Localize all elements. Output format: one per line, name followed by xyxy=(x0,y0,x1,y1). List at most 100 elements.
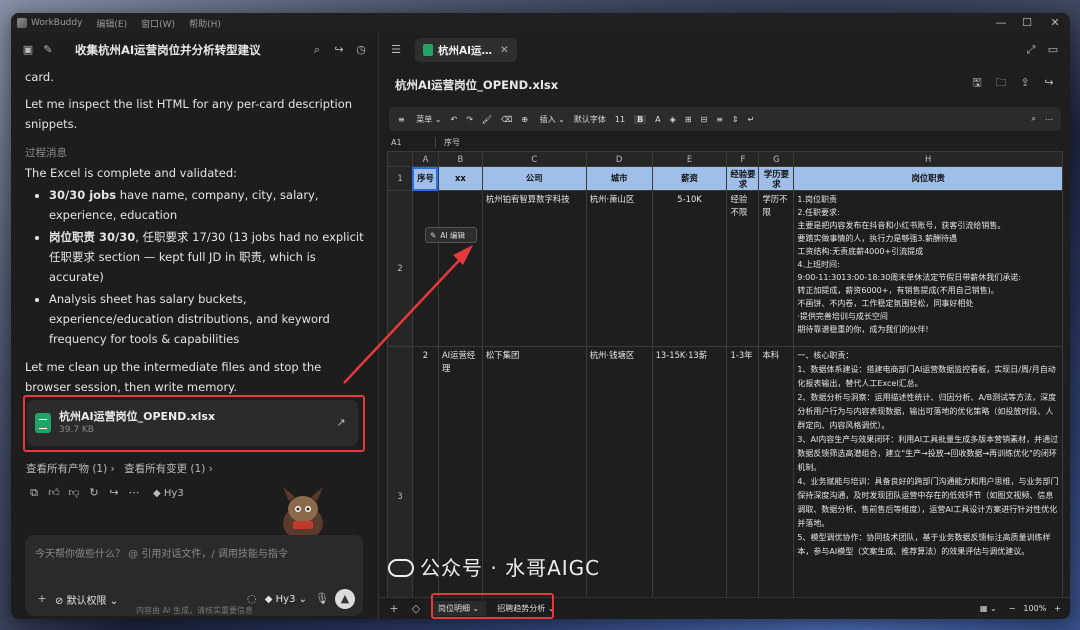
select-all-corner[interactable] xyxy=(387,151,413,167)
zoom-level[interactable]: 100% xyxy=(1023,604,1046,613)
microphone-icon[interactable]: 🎙︎ xyxy=(315,592,329,606)
copy-icon[interactable]: ⧉ xyxy=(27,486,41,500)
spreadsheet-grid[interactable]: A B C D E F G H 1 序号 xx 公司 城市 薪资 经验要求 学历… xyxy=(387,151,1063,611)
column-header[interactable]: A xyxy=(411,151,439,167)
insert-button[interactable]: ⊕ 插入 ⌄ xyxy=(521,114,565,125)
align-icon[interactable]: ≡ xyxy=(716,115,723,124)
upload-icon[interactable]: ⇪ xyxy=(1018,76,1032,90)
header-cell[interactable]: 经验要求 xyxy=(726,166,760,191)
folder-icon[interactable]: 🗀 xyxy=(994,76,1008,90)
column-header[interactable]: D xyxy=(585,151,653,167)
view-mode-icon[interactable]: ▦ ⌄ xyxy=(980,604,997,613)
more-icon[interactable]: ⋯ xyxy=(127,486,141,500)
format-painter-icon[interactable]: 🖌︎ xyxy=(482,115,492,124)
layers-icon[interactable]: ◇ xyxy=(409,602,423,616)
zoom-out-icon[interactable]: − xyxy=(1009,604,1016,613)
model-selector[interactable]: ◆ Hy3 ⌄ xyxy=(265,594,307,605)
table-header-row: 1 序号 xx 公司 城市 薪资 经验要求 学历要求 岗位职责 xyxy=(387,166,1063,191)
table-cell[interactable] xyxy=(437,190,483,347)
fill-color-icon[interactable]: ◈ xyxy=(670,115,676,124)
table-cell[interactable]: 13-15K·13薪 xyxy=(651,346,728,611)
table-cell[interactable]: 杭州·萧山区 xyxy=(585,190,653,347)
zoom-in-icon[interactable]: + xyxy=(1054,604,1061,613)
menu-edit[interactable]: 编辑(E) xyxy=(96,17,127,30)
table-cell[interactable]: 经验不限 xyxy=(726,190,760,347)
header-cell[interactable]: 薪资 xyxy=(651,166,728,191)
undo-icon[interactable]: ↶ xyxy=(451,115,458,124)
header-cell[interactable]: 岗位职责 xyxy=(793,166,1063,191)
column-header[interactable]: B xyxy=(437,151,483,167)
wrap-icon[interactable]: ↵ xyxy=(748,115,755,124)
view-all-changes-link[interactable]: 查看所有变更 (1) xyxy=(124,463,205,475)
tab-excel-file[interactable]: 杭州AI运… ✕ xyxy=(415,38,517,62)
row-number[interactable]: 1 xyxy=(387,166,413,191)
panel-toggle-icon[interactable]: ▭ xyxy=(1046,43,1060,57)
font-color-button[interactable]: A xyxy=(655,115,660,124)
add-sheet-icon[interactable]: + xyxy=(387,602,401,616)
process-label[interactable]: 过程消息 xyxy=(25,143,365,163)
share-icon[interactable]: ↪ xyxy=(107,486,121,500)
borders-icon[interactable]: ⊞ xyxy=(685,115,692,124)
history-icon[interactable]: ◷ xyxy=(354,43,368,57)
view-all-outputs-link[interactable]: 查看所有产物 (1) xyxy=(26,463,107,475)
add-icon[interactable]: + xyxy=(35,592,49,606)
column-header[interactable]: E xyxy=(651,151,728,167)
search-icon[interactable]: ⌕ xyxy=(1032,114,1036,124)
thumbs-down-icon[interactable]: 👎︎ xyxy=(67,486,81,500)
sheet-tabs-highlight-box xyxy=(431,593,554,619)
composer[interactable]: 今天帮你做些什么？ @ 引用对话文件，/ 调用技能与指令 + ⊘ 默认权限 ⌄ … xyxy=(25,535,363,616)
merge-icon[interactable]: ⊟ xyxy=(701,115,708,124)
table-cell[interactable]: 一、核心职责： 1、数据体系建设：搭建电商部门AI运营数据监控看板，实现日/周/… xyxy=(793,346,1063,611)
tab-bar: ☰ 杭州AI运… ✕ ⤢ ▭ xyxy=(379,33,1070,67)
composer-input[interactable]: 今天帮你做些什么？ @ 引用对话文件，/ 调用技能与指令 xyxy=(35,545,288,560)
column-header[interactable]: H xyxy=(793,151,1063,167)
formula-input[interactable]: 序号 xyxy=(435,136,460,148)
table-cell[interactable]: 本科 xyxy=(758,346,795,611)
thumbs-up-icon[interactable]: 👍︎ xyxy=(47,486,61,500)
table-cell[interactable]: 1.岗位职责 2.任职要求: 主要是把内容发布在抖音和小红书账号，获客引流给销售… xyxy=(793,190,1063,347)
column-header[interactable]: C xyxy=(481,151,587,167)
minimize-icon[interactable]: — xyxy=(994,16,1008,30)
header-cell[interactable]: 城市 xyxy=(585,166,653,191)
valign-icon[interactable]: ⇕ xyxy=(732,115,739,124)
app-name: WorkBuddy xyxy=(31,18,83,28)
share-icon[interactable]: ↪ xyxy=(332,43,346,57)
menu-icon[interactable]: ☰ xyxy=(389,43,403,57)
redo-icon[interactable]: ↷ xyxy=(466,115,473,124)
cell-reference[interactable]: A1 xyxy=(387,138,435,147)
share-icon[interactable]: ↪ xyxy=(1042,76,1056,90)
retry-icon[interactable]: ↻ xyxy=(87,486,101,500)
menu-help[interactable]: 帮助(H) xyxy=(189,17,221,30)
menu-button[interactable]: ≡ 菜单 ⌄ xyxy=(398,114,442,125)
maximize-icon[interactable]: ☐ xyxy=(1020,16,1034,30)
sidebar-toggle-icon[interactable]: ▣ xyxy=(21,43,35,57)
row-number[interactable]: 2 xyxy=(387,190,413,347)
more-icon[interactable]: ⋯ xyxy=(1045,115,1053,124)
column-header[interactable]: F xyxy=(726,151,760,167)
font-size-selector[interactable]: 11 xyxy=(615,115,625,124)
ai-edit-button[interactable]: ✎ AI 编辑 xyxy=(425,227,477,243)
header-cell[interactable]: 公司 xyxy=(481,166,587,191)
table-cell[interactable]: 5-10K xyxy=(651,190,728,347)
list-item: Analysis sheet has salary buckets, exper… xyxy=(49,289,365,349)
column-header[interactable]: G xyxy=(758,151,795,167)
header-cell[interactable]: 学历要求 xyxy=(758,166,795,191)
font-selector[interactable]: 默认字体 xyxy=(574,114,606,125)
expand-icon[interactable]: ⤢ xyxy=(1024,43,1038,57)
table-cell[interactable]: 1-3年 xyxy=(726,346,760,611)
close-icon[interactable]: ✕ xyxy=(1048,16,1062,30)
menu-window[interactable]: 窗口(W) xyxy=(141,17,175,30)
table-cell[interactable] xyxy=(411,190,439,347)
table-cell[interactable]: 学历不限 xyxy=(758,190,795,347)
table-cell[interactable]: 杭州铂宥智算数字科技 xyxy=(481,190,587,347)
clear-format-icon[interactable]: ⌫ xyxy=(501,115,512,124)
header-cell[interactable]: 序号 xyxy=(411,166,439,191)
search-icon[interactable]: ⌕ xyxy=(310,43,324,57)
save-icon[interactable]: 🖫 xyxy=(970,76,984,90)
bold-button[interactable]: B xyxy=(634,114,647,124)
conversation-title: 收集杭州AI运营岗位并分析转型建议 xyxy=(75,43,261,57)
tab-close-icon[interactable]: ✕ xyxy=(500,44,509,56)
header-cell[interactable]: xx xyxy=(437,166,483,191)
new-chat-icon[interactable]: ✎ xyxy=(41,43,55,57)
list-item: 岗位职责 30/30, 任职要求 17/30 (13 jobs had no e… xyxy=(49,227,365,287)
